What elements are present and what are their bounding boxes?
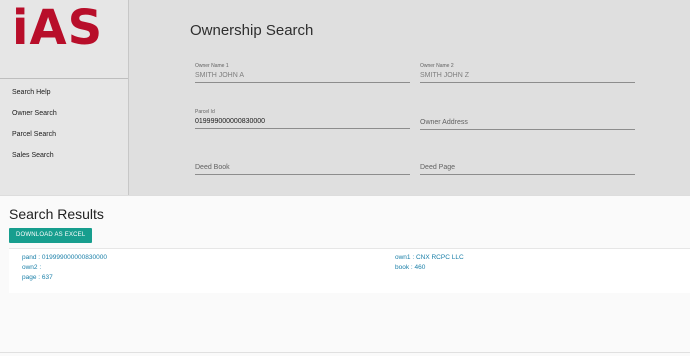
result-own2: own2 : [22, 264, 42, 271]
results-title: Search Results [9, 206, 104, 222]
deed-page-label: Deed Page [420, 164, 456, 171]
owner-address-label: Owner Address [420, 119, 468, 126]
owner-name-1-placeholder: SMITH JOHN A [195, 72, 245, 79]
page-title: Ownership Search [190, 22, 314, 39]
ias-logo[interactable]: iAS [12, 4, 103, 52]
deed-book-label: Deed Book [195, 164, 230, 171]
sidebar-item-parcel-search[interactable]: Parcel Search [0, 124, 128, 145]
parcel-id-value: 019999000000830000 [195, 118, 266, 125]
owner-name-2-field[interactable]: Owner Name 2 SMITH JOHN Z [420, 63, 635, 83]
search-results-panel: Search Results DOWNLOAD AS EXCEL pand : … [0, 195, 690, 356]
parcel-id-label: Parcel Id [195, 109, 215, 115]
sidebar-item-sales-search[interactable]: Sales Search [0, 145, 128, 166]
app-area: iAS Search Help Owner Search Parcel Sear… [0, 0, 690, 195]
result-own1: own1 : CNX RCPC LLC [395, 254, 464, 261]
owner-name-2-label: Owner Name 2 [420, 63, 454, 69]
result-page: page : 637 [22, 274, 53, 281]
owner-name-1-label: Owner Name 1 [195, 63, 229, 69]
search-form: Ownership Search Owner Name 1 SMITH JOHN… [128, 0, 690, 195]
owner-name-2-placeholder: SMITH JOHN Z [420, 72, 469, 79]
deed-page-field[interactable]: Deed Page [420, 164, 635, 175]
result-book: book : 460 [395, 264, 426, 271]
download-excel-button[interactable]: DOWNLOAD AS EXCEL [9, 228, 93, 243]
sidebar-item-owner-search[interactable]: Owner Search [0, 103, 128, 124]
deed-book-field[interactable]: Deed Book [195, 164, 410, 175]
sidebar-nav: Search Help Owner Search Parcel Search S… [0, 82, 128, 166]
divider [0, 78, 128, 79]
parcel-id-field[interactable]: Parcel Id 019999000000830000 [195, 109, 410, 129]
owner-name-1-field[interactable]: Owner Name 1 SMITH JOHN A [195, 63, 410, 83]
owner-address-field[interactable]: Owner Address [420, 119, 635, 130]
sidebar-item-search-help[interactable]: Search Help [0, 82, 128, 103]
result-pand: pand : 019999000000830000 [22, 254, 107, 261]
result-row[interactable]: pand : 019999000000830000 own1 : CNX RCP… [9, 248, 690, 293]
divider [0, 352, 690, 353]
sidebar: iAS Search Help Owner Search Parcel Sear… [0, 0, 129, 195]
